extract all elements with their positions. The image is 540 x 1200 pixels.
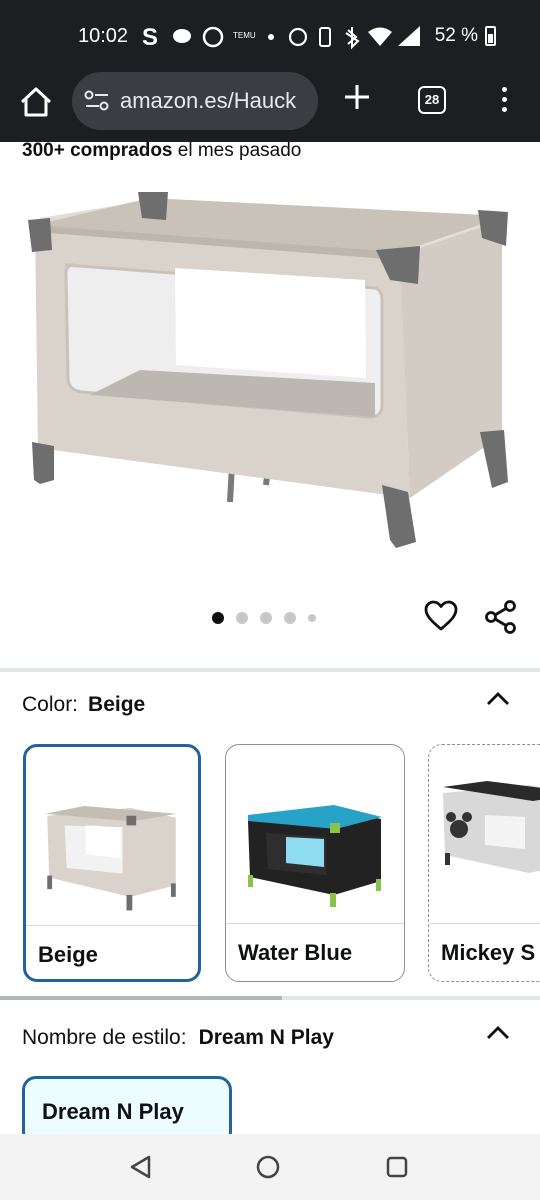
pagination-dot-2[interactable]	[236, 611, 248, 624]
selected-style: Dream N Play	[198, 1026, 334, 1049]
style-label: Nombre de estilo:	[22, 1026, 187, 1049]
swatch-scroll-indicator	[0, 996, 540, 1000]
pagination-dot-1[interactable]	[212, 611, 224, 624]
address-bar[interactable]: amazon.es/Hauck	[72, 72, 318, 130]
wishlist-heart-icon[interactable]	[424, 600, 458, 632]
battery-percent: 52 %	[434, 25, 478, 46]
color-option-mickey[interactable]: Mickey S	[428, 744, 540, 982]
color-option-label: Mickey S	[429, 923, 540, 981]
browser-toolbar: amazon.es/Hauck 28	[0, 72, 540, 142]
color-label: Color:	[22, 693, 79, 716]
battery-icon	[485, 26, 496, 46]
new-tab-icon[interactable]	[342, 82, 372, 112]
product-image[interactable]	[20, 180, 520, 560]
home-nav-icon[interactable]	[256, 1155, 280, 1179]
share-icon[interactable]	[484, 600, 518, 634]
back-icon[interactable]	[128, 1154, 152, 1180]
status-bar: 10:02 S TEMU 52 %	[0, 0, 540, 72]
water-blue-cot-thumbnail	[248, 805, 382, 907]
clock: 10:02	[78, 25, 129, 47]
image-pagination	[212, 609, 328, 625]
home-icon[interactable]	[18, 84, 54, 120]
recents-icon[interactable]	[386, 1156, 408, 1178]
style-selector-header: Nombre de estilo: Dream N Play	[22, 1026, 334, 1050]
scroll-thumb	[0, 996, 282, 1000]
svg-text:TEMU: TEMU	[233, 31, 256, 40]
chevron-up-icon[interactable]	[486, 692, 510, 706]
url-text: amazon.es/Hauck	[120, 88, 297, 113]
purchase-count-suffix: el mes pasado	[172, 140, 302, 161]
status-icons: S TEMU	[142, 24, 420, 50]
color-swatch-list: Beige Water Blue Mickey S	[0, 742, 540, 986]
color-selector-header: Color: Beige	[22, 693, 145, 717]
section-divider	[0, 668, 540, 672]
purchase-count: 300+ comprados el mes pasado	[22, 140, 301, 162]
mickey-cot-thumbnail	[443, 781, 540, 873]
svg-text:S: S	[142, 24, 158, 50]
purchase-count-value: 300+ comprados	[22, 140, 173, 161]
tab-switcher-button[interactable]: 28	[418, 86, 446, 114]
selected-color: Beige	[88, 693, 146, 716]
pagination-dot-3[interactable]	[260, 611, 272, 624]
pagination-dot-4[interactable]	[284, 611, 296, 624]
color-option-beige[interactable]: Beige	[23, 744, 201, 982]
overflow-menu-icon[interactable]	[494, 84, 514, 116]
pagination-dot-5[interactable]	[308, 613, 316, 622]
color-option-water-blue[interactable]: Water Blue	[225, 744, 405, 982]
site-settings-icon[interactable]	[84, 90, 110, 112]
beige-cot-thumbnail	[45, 806, 177, 911]
color-option-label: Water Blue	[226, 923, 404, 981]
chevron-up-icon[interactable]	[486, 1026, 510, 1040]
color-option-label: Beige	[26, 925, 198, 979]
system-navigation-bar	[0, 1134, 540, 1200]
